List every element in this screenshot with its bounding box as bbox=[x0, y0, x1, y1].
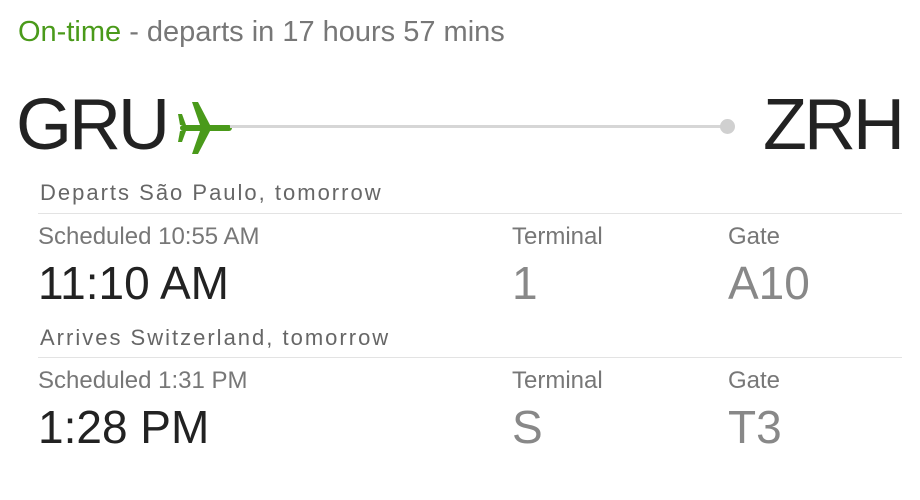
arrival-scheduled: Scheduled 1:31 PM bbox=[38, 367, 248, 394]
destination-dot bbox=[720, 119, 735, 134]
departure-scheduled: Scheduled 10:55 AM bbox=[38, 223, 260, 250]
destination-airport-code: ZRH bbox=[763, 85, 905, 165]
status-detail: - departs in 17 hours 57 mins bbox=[121, 16, 505, 48]
departure-terminal-label: Terminal bbox=[512, 223, 603, 250]
arrival-time: 1:28 PM bbox=[38, 401, 210, 453]
route-progress-line bbox=[230, 125, 726, 128]
origin-airport-code: GRU bbox=[16, 85, 170, 165]
arrival-terminal-label: Terminal bbox=[512, 367, 603, 394]
arrival-gate: T3 bbox=[728, 401, 782, 453]
airplane-icon bbox=[178, 102, 232, 154]
arrival-divider bbox=[38, 357, 902, 358]
departure-time: 11:10 AM bbox=[38, 257, 229, 309]
arrival-gate-label: Gate bbox=[728, 367, 781, 394]
departure-gate: A10 bbox=[728, 257, 810, 309]
flight-status: On-time - departs in 17 hours 57 mins bbox=[18, 14, 505, 50]
departure-gate-label: Gate bbox=[728, 223, 781, 250]
departure-title: Departs São Paulo, tomorrow bbox=[40, 180, 383, 205]
departure-divider bbox=[38, 213, 902, 214]
route-bar: GRU ZRH bbox=[0, 84, 920, 166]
arrival-title: Arrives Switzerland, tomorrow bbox=[40, 325, 391, 350]
departure-terminal: 1 bbox=[512, 257, 538, 309]
status-state: On-time bbox=[18, 16, 122, 48]
arrival-terminal: S bbox=[512, 401, 543, 453]
